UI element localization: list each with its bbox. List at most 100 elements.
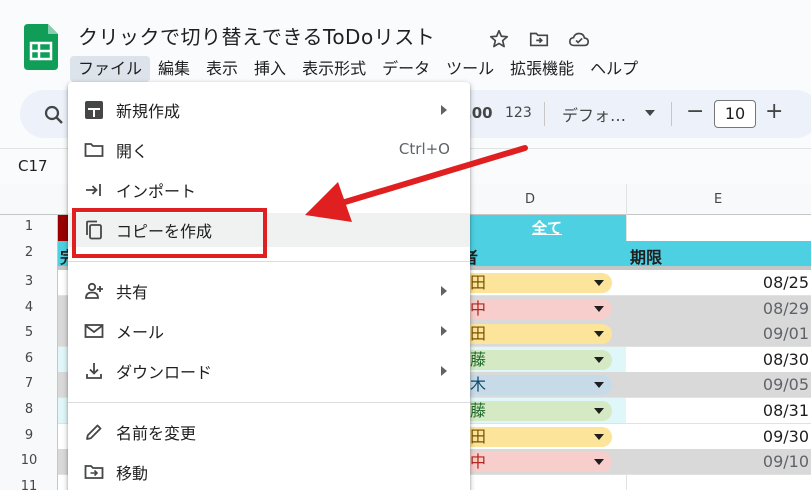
- menu-insert[interactable]: 挿入: [246, 56, 294, 82]
- assignee-chip[interactable]: 中: [462, 299, 612, 319]
- chevron-down-icon[interactable]: [594, 434, 604, 440]
- import-icon: [86, 184, 101, 196]
- menu-item-import[interactable]: インポート: [68, 173, 470, 207]
- assignee-chip[interactable]: 藤: [462, 350, 612, 370]
- pencil-icon: [86, 424, 102, 440]
- row-number[interactable]: 8: [0, 402, 58, 417]
- assignee-name: 田: [470, 273, 487, 292]
- menu-format[interactable]: 表示形式: [294, 56, 374, 82]
- deadline-cell[interactable]: 08/31: [626, 398, 811, 423]
- font-size-input[interactable]: 10: [714, 100, 756, 128]
- column-header-e[interactable]: E: [714, 192, 722, 207]
- chevron-down-icon[interactable]: [594, 331, 604, 337]
- menu-edit[interactable]: 編集: [150, 56, 198, 82]
- assignee-name: 木: [470, 375, 487, 394]
- assignee-name: 田: [470, 324, 487, 343]
- menu-tools[interactable]: ツール: [438, 56, 502, 82]
- column-header-d[interactable]: D: [525, 192, 535, 207]
- row-number[interactable]: 9: [0, 428, 58, 443]
- row-number[interactable]: 1: [0, 219, 58, 234]
- number-format-button[interactable]: 123: [505, 105, 532, 121]
- toolbar-divider: [544, 102, 545, 126]
- submenu-arrow-icon: [441, 366, 447, 376]
- row-number[interactable]: 10: [0, 453, 58, 468]
- assignee-chip[interactable]: 田: [462, 427, 612, 447]
- submenu-arrow-icon: [441, 286, 447, 296]
- sheets-logo-icon[interactable]: [24, 24, 58, 70]
- chevron-down-icon[interactable]: [594, 306, 604, 312]
- deadline-cell[interactable]: 08/25: [626, 270, 811, 295]
- menu-item-share[interactable]: 共有: [68, 274, 470, 308]
- menu-view[interactable]: 表示: [198, 56, 246, 82]
- new-spreadsheet-icon: [85, 101, 103, 119]
- shortcut-label: Ctrl+O: [398, 140, 450, 158]
- assignee-chip[interactable]: 木: [462, 375, 612, 395]
- chevron-down-icon[interactable]: [594, 459, 604, 465]
- chevron-down-icon[interactable]: [645, 110, 655, 116]
- deadline-cell[interactable]: 09/05: [626, 372, 811, 397]
- row-number[interactable]: 6: [0, 351, 58, 366]
- menu-item-email[interactable]: メール: [68, 314, 470, 348]
- menu-extensions[interactable]: 拡張機能: [502, 56, 582, 82]
- search-menus-icon[interactable]: [42, 103, 66, 127]
- assignee-name: 中: [470, 299, 487, 318]
- toolbar-divider: [671, 102, 672, 126]
- row-number[interactable]: 11: [0, 479, 58, 490]
- menu-item-label: 開く: [116, 142, 149, 161]
- annotation-highlight-box: [72, 208, 267, 258]
- assignee-name: 中: [470, 452, 487, 471]
- filter-all-label: 全て: [531, 219, 562, 237]
- deadline-cell[interactable]: 09/10: [626, 449, 811, 474]
- menu-file[interactable]: ファイル: [70, 56, 151, 82]
- name-box[interactable]: C17: [18, 157, 48, 175]
- menu-item-open[interactable]: 開く Ctrl+O: [68, 133, 470, 167]
- chevron-down-icon[interactable]: [594, 382, 604, 388]
- cell-b1[interactable]: [58, 215, 68, 241]
- menubar: ファイル 編集 表示 挿入 表示形式 データ ツール 拡張機能 ヘルプ: [70, 56, 646, 82]
- chevron-down-icon[interactable]: [594, 357, 604, 363]
- row-number[interactable]: 7: [0, 376, 58, 391]
- menu-item-label: 名前を変更: [116, 424, 197, 443]
- increase-font-size-button[interactable]: +: [765, 99, 783, 124]
- chevron-down-icon[interactable]: [594, 408, 604, 414]
- submenu-arrow-icon: [441, 105, 447, 115]
- mail-icon: [84, 324, 104, 338]
- menu-item-label: 共有: [116, 283, 149, 302]
- cloud-done-icon[interactable]: [568, 28, 590, 50]
- folder-icon: [84, 143, 104, 157]
- row-number[interactable]: 4: [0, 300, 58, 315]
- row-number[interactable]: 5: [0, 325, 58, 340]
- star-icon[interactable]: [488, 28, 510, 50]
- row-number[interactable]: 3: [0, 274, 58, 289]
- assignee-chip[interactable]: 田: [462, 324, 612, 344]
- deadline-cell[interactable]: 09/01: [626, 321, 811, 346]
- decrease-font-size-button[interactable]: −: [686, 99, 704, 124]
- menu-divider: [68, 402, 470, 403]
- menu-item-label: メール: [116, 323, 165, 342]
- deadline-cell[interactable]: 09/30: [626, 424, 811, 449]
- menu-item-new[interactable]: 新規作成: [68, 93, 470, 127]
- chevron-down-icon[interactable]: [594, 280, 604, 286]
- download-icon: [86, 363, 102, 379]
- assignee-name: 田: [470, 427, 487, 446]
- menu-item-label: 新規作成: [116, 102, 181, 121]
- person-add-icon: [85, 282, 103, 299]
- font-family-select[interactable]: デフォ…: [562, 102, 626, 126]
- assignee-chip[interactable]: 田: [462, 273, 612, 293]
- menu-item-download[interactable]: ダウンロード: [68, 354, 470, 388]
- menu-data[interactable]: データ: [374, 56, 438, 82]
- document-title[interactable]: クリックで切り替えできるToDoリスト: [78, 21, 435, 50]
- menu-item-rename[interactable]: 名前を変更: [68, 415, 470, 449]
- deadline-cell[interactable]: 08/29: [626, 296, 811, 321]
- header-deadline: 期限: [630, 248, 663, 267]
- menu-item-move[interactable]: 移動: [68, 455, 470, 489]
- row-number[interactable]: 2: [0, 245, 58, 260]
- assignee-chip[interactable]: 中: [462, 452, 612, 472]
- assignee-chip[interactable]: 藤: [462, 401, 612, 421]
- submenu-arrow-icon: [441, 326, 447, 336]
- menu-divider: [68, 261, 470, 262]
- menu-help[interactable]: ヘルプ: [582, 56, 646, 82]
- cell-d1-filter-all[interactable]: 全て: [468, 215, 626, 241]
- deadline-cell[interactable]: 08/30: [626, 347, 811, 372]
- move-icon[interactable]: [528, 28, 550, 50]
